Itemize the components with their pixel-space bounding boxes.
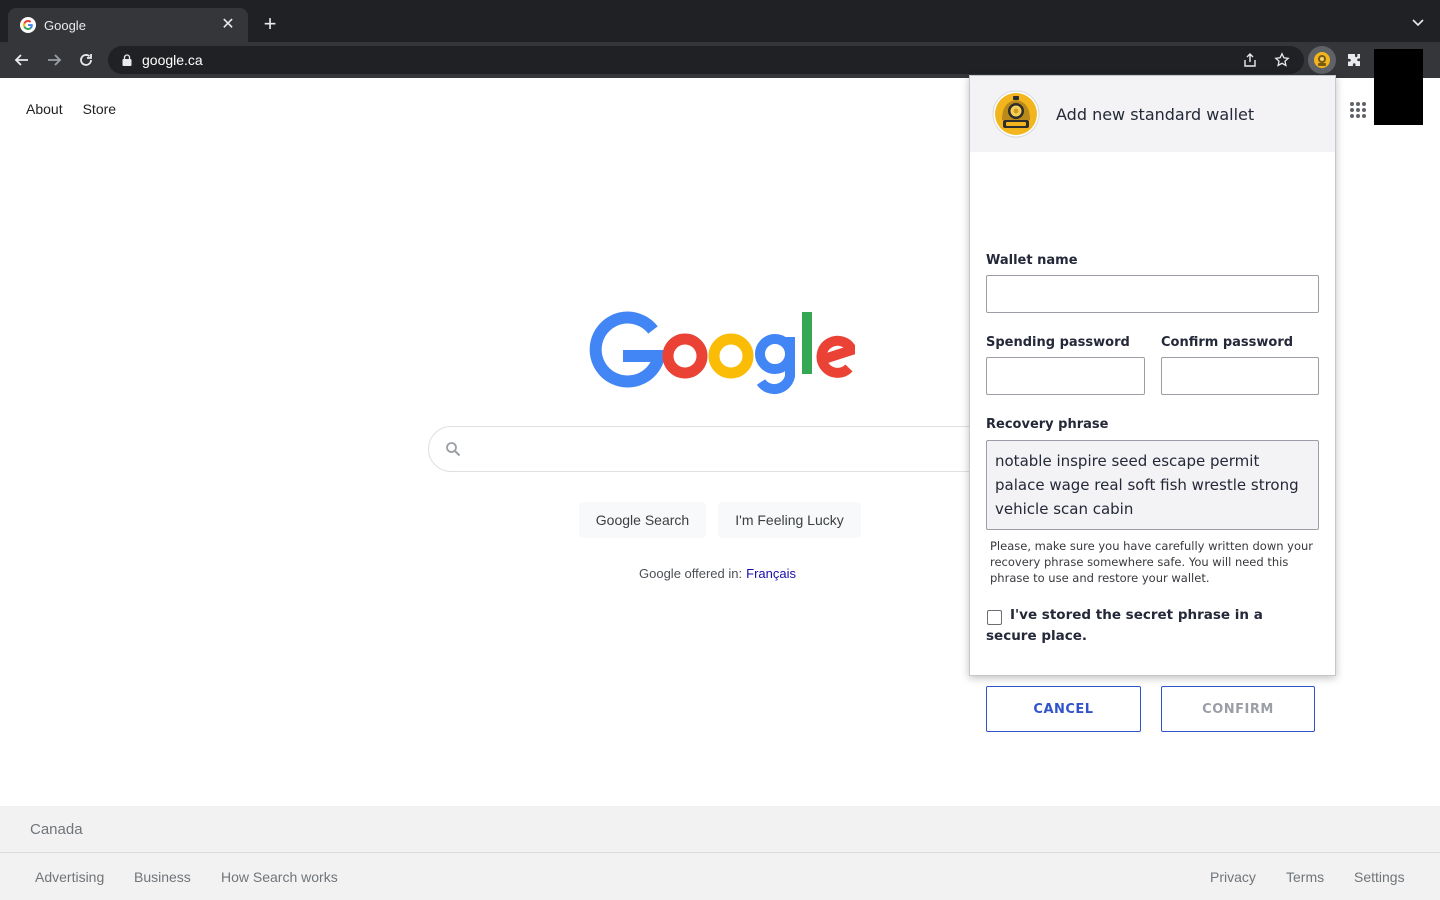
star-icon[interactable] (1274, 52, 1290, 68)
confirm-button[interactable]: CONFIRM (1161, 686, 1315, 732)
google-top-links: About Store (26, 101, 116, 117)
recovery-phrase-label: Recovery phrase (986, 417, 1109, 432)
stored-phrase-checkbox[interactable] (987, 610, 1002, 625)
footer-advertising-link[interactable]: Advertising (35, 853, 104, 900)
popup-title: Add new standard wallet (1056, 104, 1255, 124)
apps-grid-icon[interactable] (1349, 101, 1367, 119)
google-search-button[interactable]: Google Search (579, 502, 706, 538)
offered-in: Google offered in: Français (639, 566, 796, 581)
redacted-area (1374, 49, 1423, 125)
footer-settings-link[interactable]: Settings (1354, 853, 1405, 900)
browser-tab-google[interactable]: Google ✕ (8, 8, 248, 42)
reload-icon[interactable] (74, 48, 98, 72)
popup-header: Add new standard wallet (970, 76, 1335, 152)
wallet-name-input[interactable] (986, 275, 1319, 313)
share-icon[interactable] (1242, 52, 1258, 68)
lock-icon[interactable] (120, 53, 134, 67)
search-icon (446, 442, 461, 457)
chevron-down-icon[interactable] (1410, 14, 1426, 30)
footer-privacy-link[interactable]: Privacy (1210, 853, 1256, 900)
language-link-francais[interactable]: Français (746, 566, 796, 581)
back-arrow-icon[interactable] (10, 48, 34, 72)
feeling-lucky-button[interactable]: I'm Feeling Lucky (718, 502, 861, 538)
confirm-password-input[interactable] (1161, 357, 1319, 395)
puzzle-icon[interactable] (1340, 46, 1368, 74)
tab-strip: Google ✕ + (0, 0, 1440, 42)
cancel-button[interactable]: CANCEL (986, 686, 1141, 732)
wallet-name-label: Wallet name (986, 253, 1078, 268)
google-search-input[interactable] (428, 426, 1012, 472)
footer-country: Canada (0, 806, 1440, 853)
offered-in-label: Google offered in: (639, 566, 743, 581)
tab-title: Google (44, 17, 86, 33)
footer-business-link[interactable]: Business (134, 853, 191, 900)
spending-password-input[interactable] (986, 357, 1145, 395)
footer-terms-link[interactable]: Terms (1286, 853, 1324, 900)
wallet-extension-icon[interactable] (1308, 46, 1336, 74)
about-link[interactable]: About (26, 101, 63, 117)
url-text: google.ca (142, 52, 203, 68)
recovery-phrase-note: Please, make sure you have carefully wri… (990, 539, 1314, 585)
diver-helmet-logo-icon (992, 90, 1040, 138)
wallet-popup: Add new standard wallet Wallet name Spen… (969, 75, 1336, 732)
stored-phrase-label[interactable]: I've stored the secret phrase in a secur… (986, 605, 1316, 647)
footer-how-search-works-link[interactable]: How Search works (221, 853, 338, 900)
google-footer: Canada Advertising Business How Search w… (0, 806, 1440, 900)
confirm-password-label: Confirm password (1161, 335, 1294, 350)
plus-icon[interactable]: + (258, 13, 282, 37)
google-logo (589, 311, 855, 395)
close-icon[interactable]: ✕ (220, 17, 236, 33)
address-bar[interactable]: google.ca (108, 46, 1304, 74)
recovery-phrase-box: notable inspire seed escape permit palac… (986, 440, 1319, 530)
spending-password-label: Spending password (986, 335, 1130, 350)
forward-arrow-icon[interactable] (42, 48, 66, 72)
google-favicon-icon (20, 17, 36, 33)
footer-links: Advertising Business How Search works Pr… (0, 853, 1440, 900)
store-link[interactable]: Store (83, 101, 116, 117)
browser-toolbar: google.ca (0, 42, 1440, 78)
